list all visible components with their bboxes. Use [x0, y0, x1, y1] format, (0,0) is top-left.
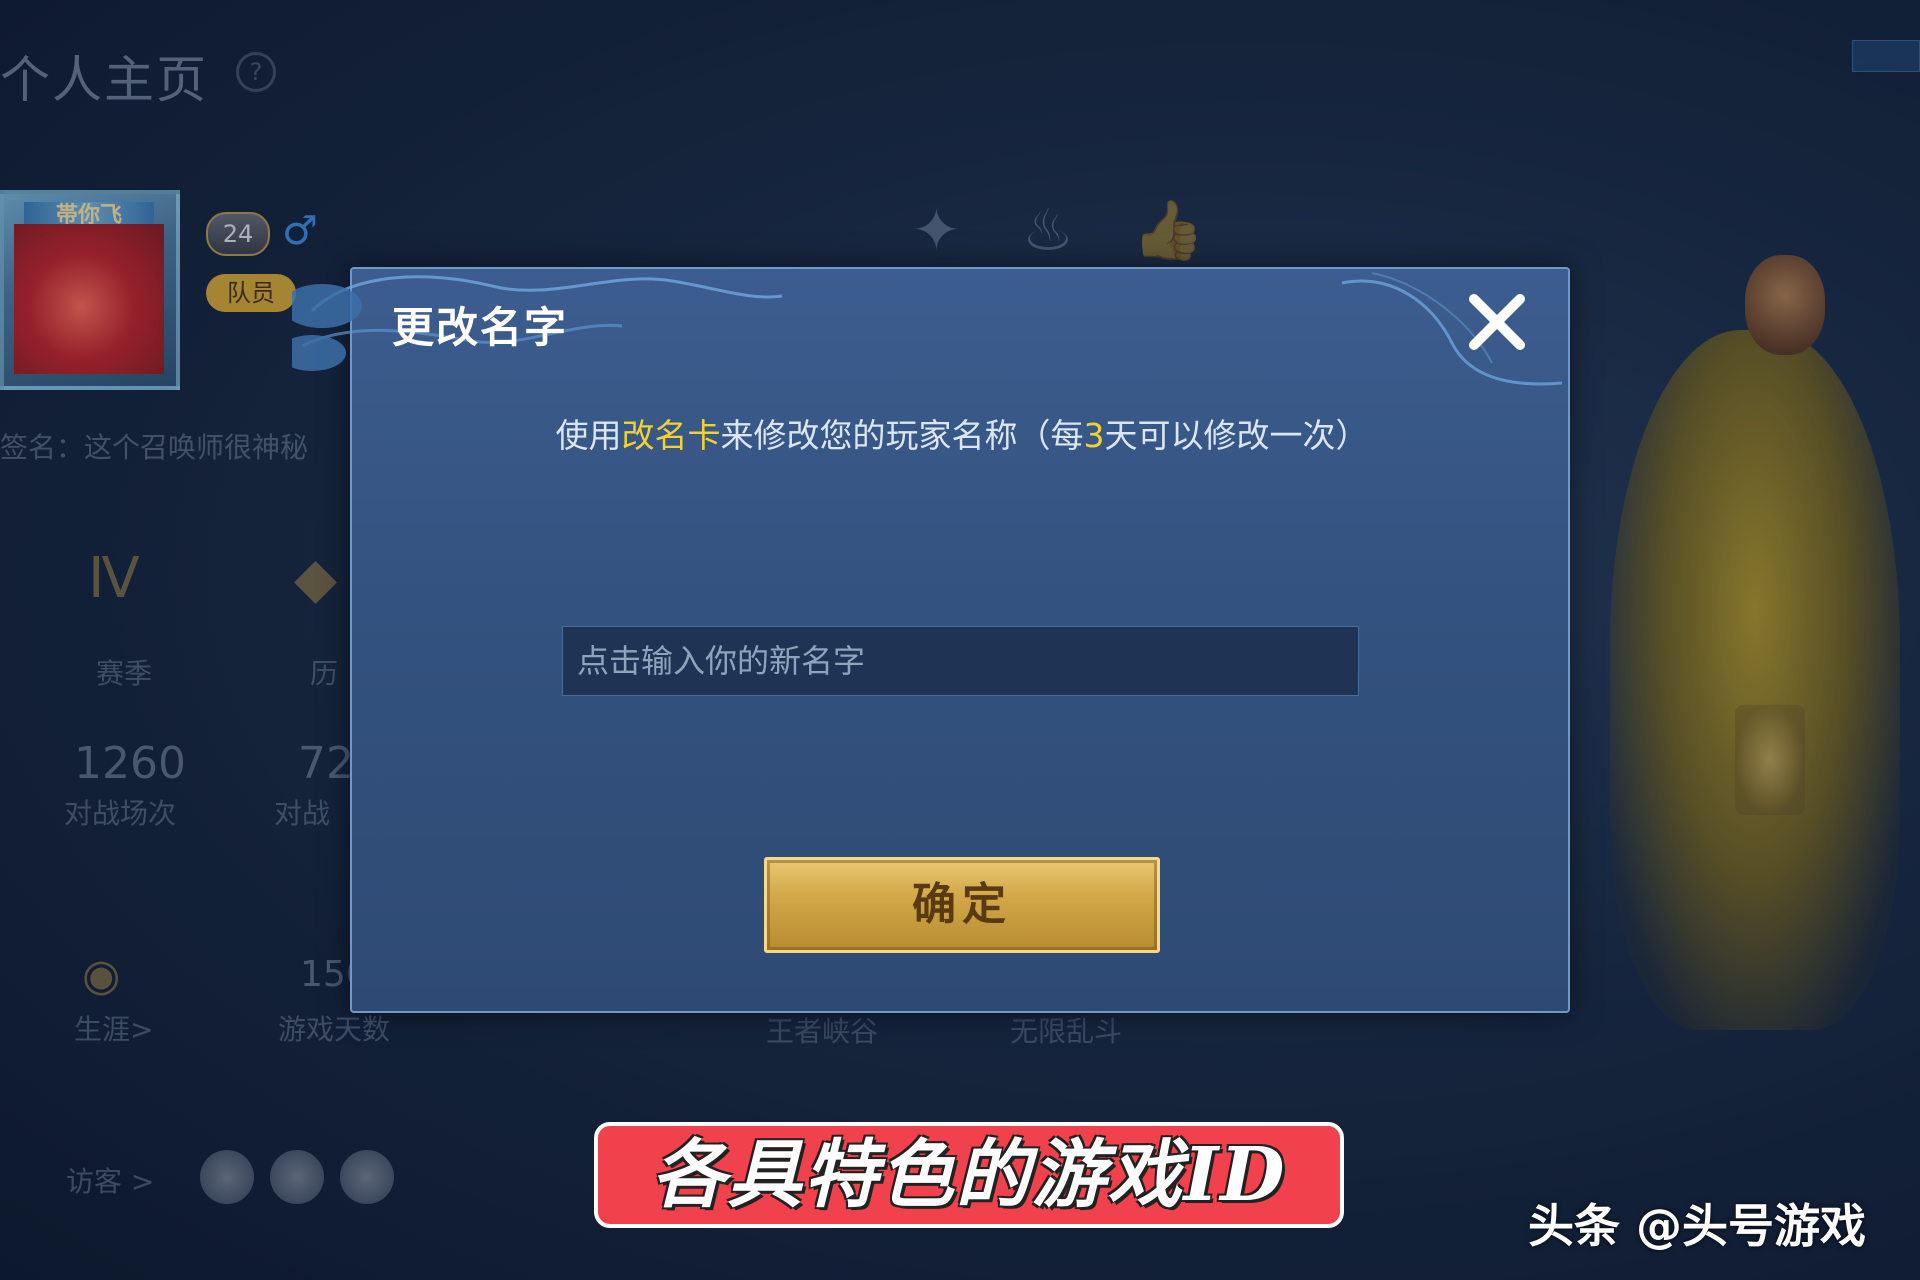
instruction-suffix: 天可以修改一次） — [1104, 416, 1369, 455]
cloud-decoration-right — [1341, 272, 1563, 386]
close-icon[interactable] — [1464, 289, 1530, 355]
new-name-input[interactable] — [562, 626, 1359, 696]
instruction-prefix: 使用 — [555, 416, 622, 455]
instruction-text: 使用改名卡来修改您的玩家名称（每3天可以修改一次） — [352, 409, 1572, 457]
rename-card-highlight: 改名卡 — [621, 416, 721, 455]
caption-banner: 各具特色的游戏ID — [594, 1122, 1344, 1228]
days-highlight: 3 — [1083, 416, 1105, 455]
dialog-title: 更改名字 — [392, 303, 569, 352]
confirm-button[interactable]: 确定 — [764, 857, 1160, 953]
change-name-dialog: 更改名字 使用改名卡来修改您的玩家名称（每3天可以修改一次） 确定 — [292, 267, 1572, 1013]
watermark: 头条 @头号游戏 — [1528, 1199, 1867, 1253]
instruction-middle: 来修改您的玩家名称（每 — [720, 416, 1084, 455]
